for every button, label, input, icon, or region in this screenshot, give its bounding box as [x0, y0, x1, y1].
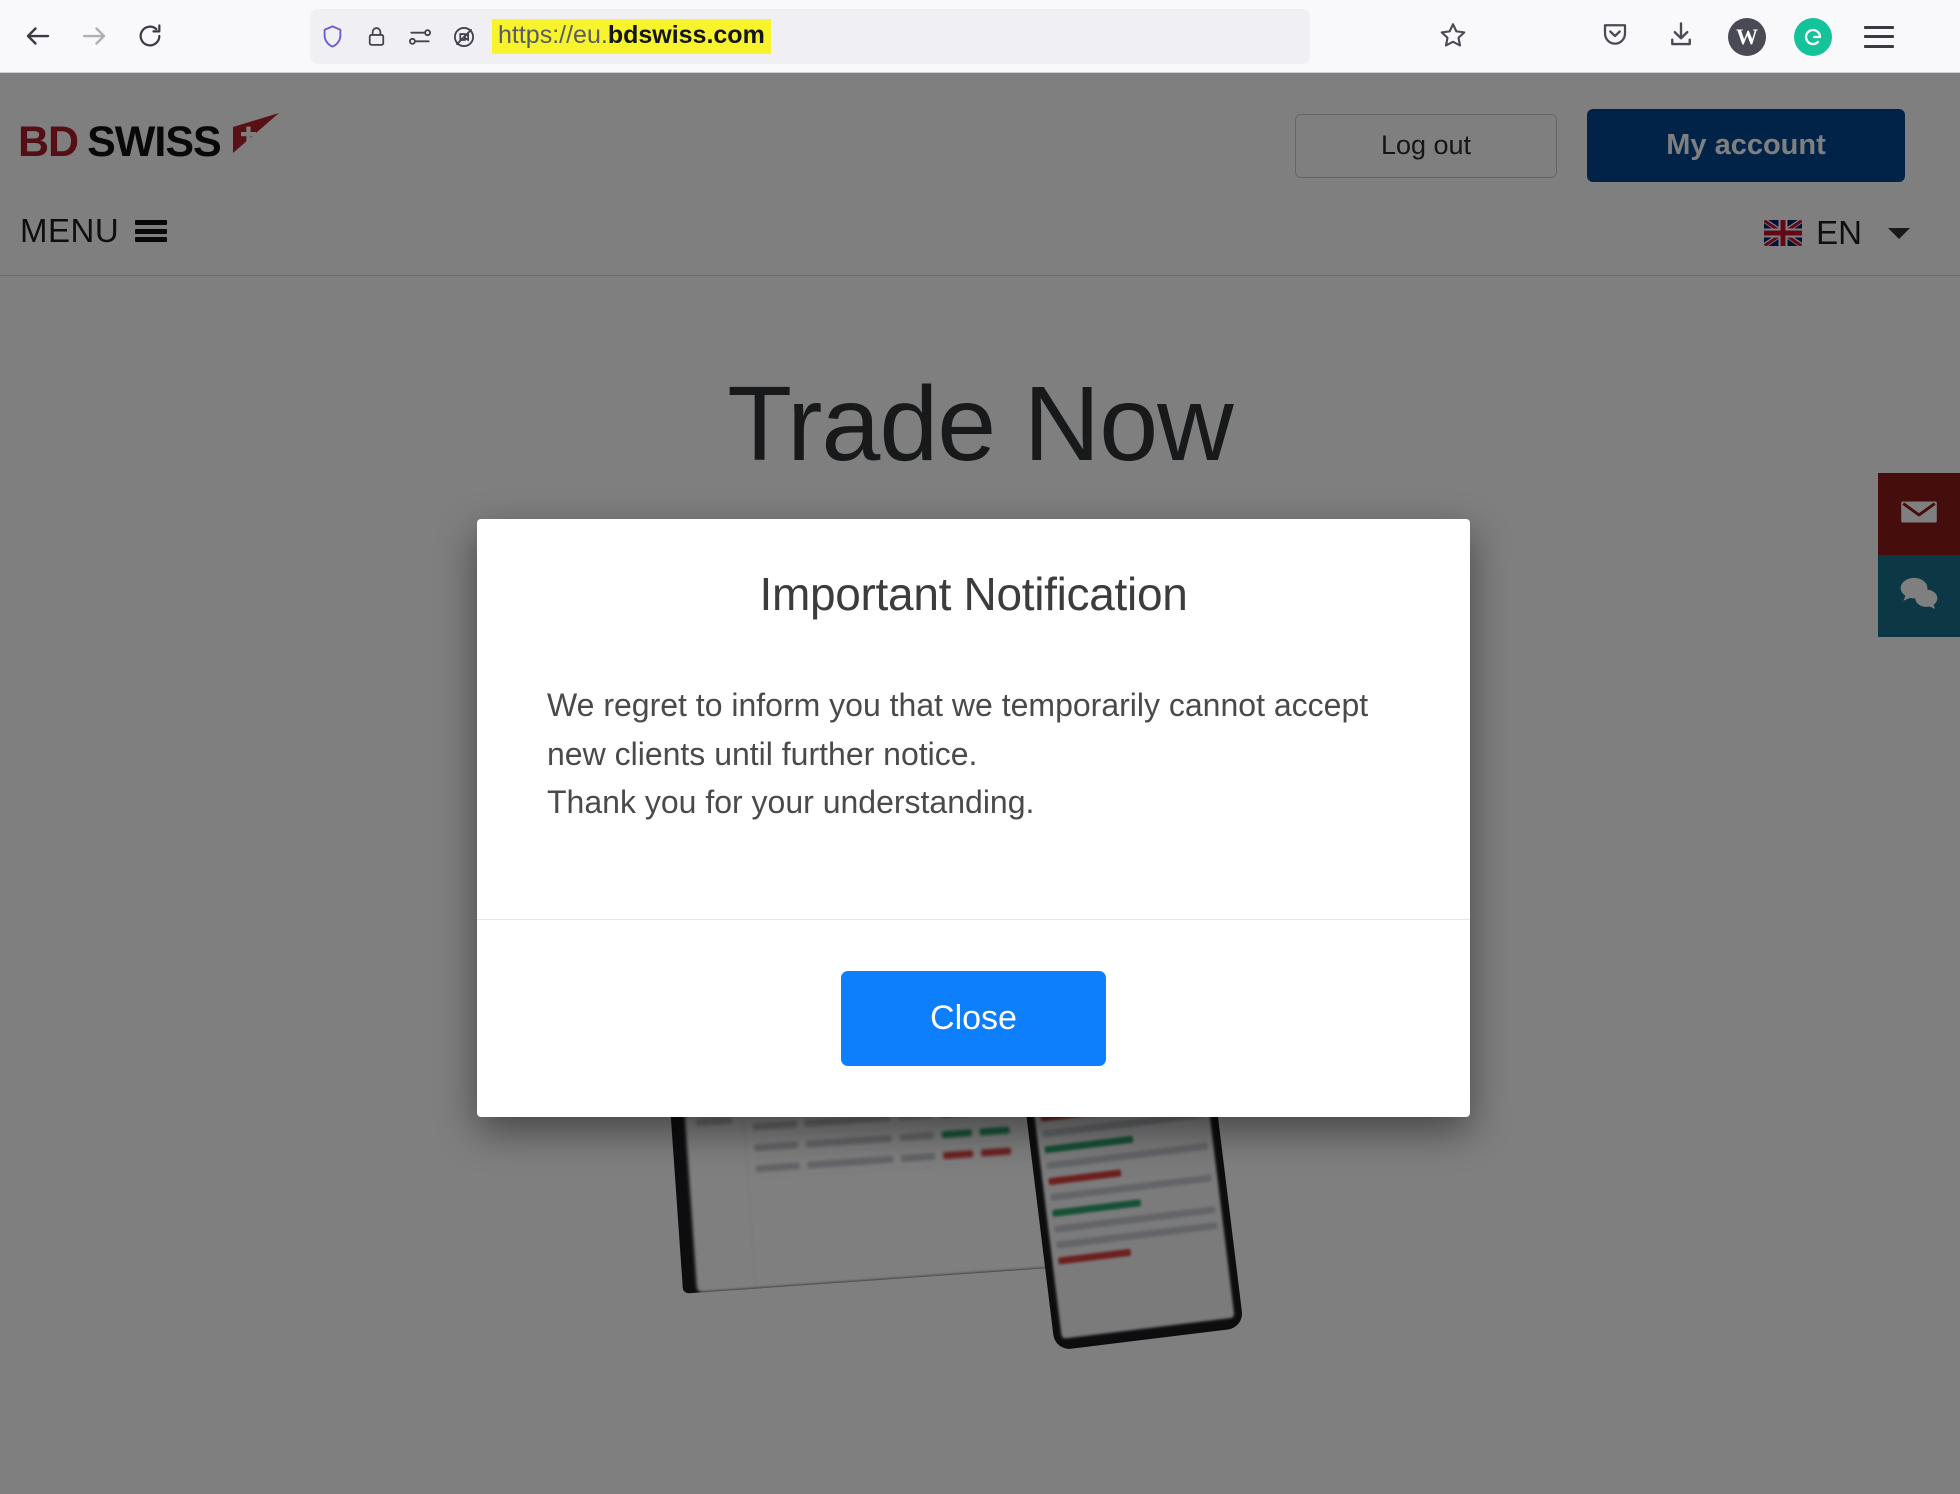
- grammarly-icon: [1794, 17, 1832, 56]
- account-avatar: W: [1728, 17, 1766, 56]
- forward-button[interactable]: [66, 8, 122, 64]
- url-subdomain: eu.: [573, 21, 608, 50]
- downloads-button[interactable]: [1656, 12, 1706, 62]
- dialog-footer: Close: [477, 919, 1470, 1117]
- back-arrow-icon: [23, 21, 53, 51]
- browser-toolbar: https://eu.bdswiss.com W: [0, 0, 1960, 73]
- hamburger-menu-icon: [1864, 25, 1894, 48]
- tracking-protection-shield-icon[interactable]: [310, 15, 354, 59]
- bookmark-star-icon: [1438, 20, 1468, 55]
- url-domain: bdswiss.com: [607, 21, 765, 50]
- url-text[interactable]: https://eu.bdswiss.com: [492, 19, 771, 54]
- dialog-message-line-2: new clients until further notice.: [547, 735, 978, 772]
- navigation-buttons: [10, 8, 178, 64]
- camera-blocked-icon[interactable]: [442, 15, 486, 59]
- bookmark-button[interactable]: [1432, 16, 1474, 58]
- padlock-icon[interactable]: [354, 15, 398, 59]
- address-bar[interactable]: https://eu.bdswiss.com: [310, 9, 1310, 64]
- forward-arrow-icon: [79, 21, 109, 51]
- pocket-icon: [1600, 19, 1630, 54]
- dialog-message-line-3: Thank you for your understanding.: [547, 784, 1035, 821]
- pocket-button[interactable]: [1590, 12, 1640, 62]
- close-button[interactable]: Close: [841, 971, 1106, 1066]
- reload-button[interactable]: [122, 8, 178, 64]
- reload-icon: [136, 22, 164, 50]
- account-button[interactable]: W: [1722, 12, 1772, 62]
- app-menu-button[interactable]: [1854, 12, 1904, 62]
- dialog-body: We regret to inform you that we temporar…: [477, 621, 1470, 919]
- dialog-message-line-1: We regret to inform you that we temporar…: [547, 687, 1369, 723]
- url-scheme: https://: [498, 21, 574, 50]
- grammarly-extension-button[interactable]: [1788, 12, 1838, 62]
- site-permissions-icon[interactable]: [398, 15, 442, 59]
- important-notification-dialog: Important Notification We regret to info…: [477, 519, 1470, 1117]
- browser-extension-bar: W: [1590, 0, 1904, 73]
- dialog-title: Important Notification: [759, 568, 1188, 620]
- downloads-icon: [1666, 19, 1696, 54]
- back-button[interactable]: [10, 8, 66, 64]
